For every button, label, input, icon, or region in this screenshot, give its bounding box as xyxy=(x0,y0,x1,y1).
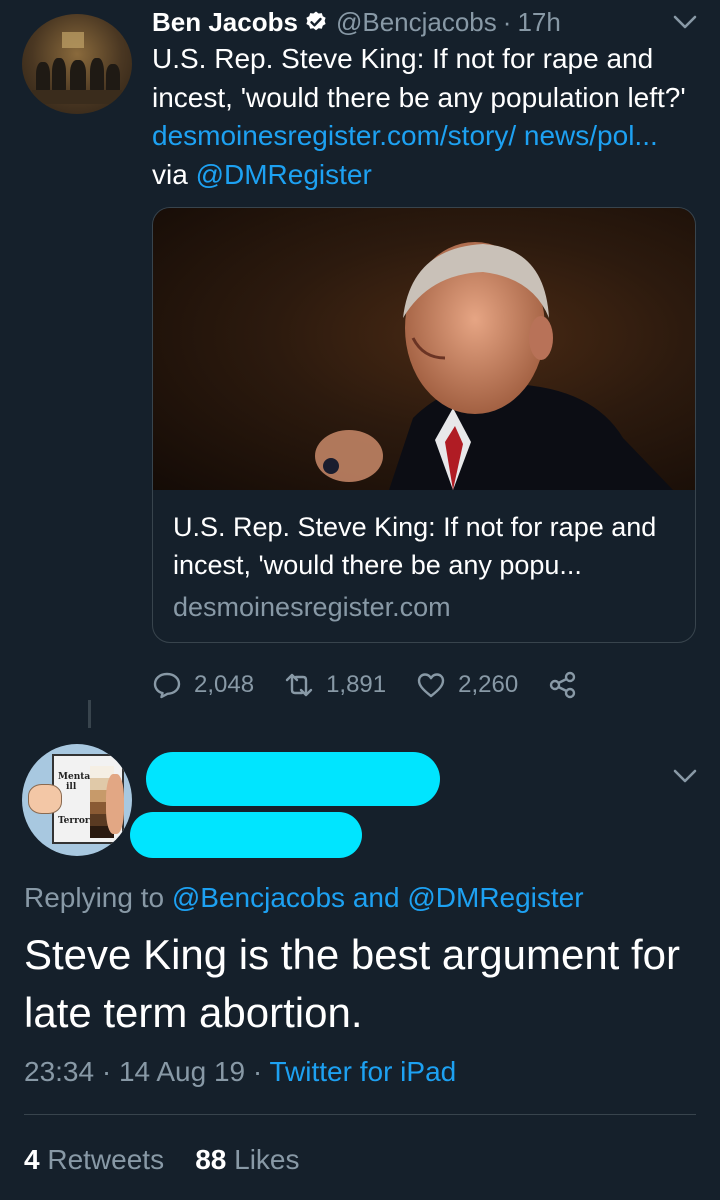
engagement-stats: 4 Retweets 88 Likes xyxy=(24,1140,300,1180)
meta-separator: · xyxy=(252,1056,263,1087)
verified-badge-icon xyxy=(306,11,326,31)
likes-count: 88 xyxy=(195,1144,227,1175)
retweets-count: 4 xyxy=(24,1144,40,1175)
share-action[interactable] xyxy=(548,670,578,700)
reply-action[interactable]: 2,048 xyxy=(152,670,254,700)
reply-tweet-meta: 23:34 · 14 Aug 19 · Twitter for iPad xyxy=(24,1052,456,1092)
tweet-actions: 2,048 1,891 2,260 xyxy=(152,666,608,704)
card-title: U.S. Rep. Steve King: If not for rape an… xyxy=(173,512,657,580)
article-link[interactable]: desmoinesregister.com/story/ news/pol... xyxy=(152,120,658,151)
article-photo xyxy=(153,208,695,490)
retweets-label: Retweets xyxy=(47,1144,165,1175)
retweets-stat[interactable]: 4 Retweets xyxy=(24,1144,164,1175)
reply-handle-dmregister[interactable]: @DMRegister xyxy=(407,882,583,913)
tweet-header: Ben Jacobs @Bencjacobs · 17h xyxy=(152,4,561,40)
meme-hand xyxy=(28,784,62,814)
author-handle[interactable]: @Bencjacobs xyxy=(336,7,497,38)
reply-count: 2,048 xyxy=(194,671,255,698)
reply-time: 23:34 xyxy=(24,1056,95,1087)
divider xyxy=(24,1114,696,1115)
like-action[interactable]: 2,260 xyxy=(416,670,518,700)
tweet-thread-screen: Ben Jacobs @Bencjacobs · 17h U.S. Rep. S… xyxy=(0,0,720,1200)
header-separator: · xyxy=(502,6,512,37)
replying-to-line: Replying to @Bencjacobs and @DMRegister xyxy=(24,878,584,918)
retweet-count: 1,891 xyxy=(326,671,387,698)
heart-icon xyxy=(417,673,445,698)
reply-tweet-text: Steve King is the best argument for late… xyxy=(24,931,681,1036)
author-name[interactable]: Ben Jacobs xyxy=(152,7,298,38)
meta-separator: · xyxy=(101,1056,112,1087)
reply-and[interactable]: and xyxy=(353,882,400,913)
like-count: 2,260 xyxy=(458,671,519,698)
tweet-time[interactable]: 17h xyxy=(517,7,560,38)
via-handle-link[interactable]: @DMRegister xyxy=(196,159,372,190)
photo-illustration xyxy=(315,242,673,490)
reply-date: 14 Aug 19 xyxy=(118,1056,246,1087)
tweet-text: U.S. Rep. Steve King: If not for rape an… xyxy=(152,40,692,194)
meme-label-mid: ill xyxy=(66,782,77,792)
card-text-block: U.S. Rep. Steve King: If not for rape an… xyxy=(173,508,683,628)
redacted-handle xyxy=(130,812,362,858)
avatar-ben-jacobs[interactable] xyxy=(22,14,132,114)
share-icon xyxy=(549,671,576,699)
thread-connector-line xyxy=(88,700,91,728)
reply-icon xyxy=(153,672,181,699)
chevron-down-icon[interactable] xyxy=(672,768,698,784)
via-label: via xyxy=(152,158,188,190)
card-domain: desmoinesregister.com xyxy=(173,592,451,622)
retweet-action[interactable]: 1,891 xyxy=(284,670,386,700)
likes-stat[interactable]: 88 Likes xyxy=(195,1144,299,1175)
tweet-body: U.S. Rep. Steve King: If not for rape an… xyxy=(152,43,686,113)
reply-handle-bencjacobs[interactable]: @Bencjacobs xyxy=(172,882,345,913)
client-link[interactable]: Twitter for iPad xyxy=(269,1056,456,1087)
chevron-down-icon[interactable] xyxy=(672,14,698,30)
replying-to-label: Replying to xyxy=(24,882,165,913)
avatar-replier[interactable]: Mentaly ill Terrorist xyxy=(22,744,132,856)
retweet-icon xyxy=(285,673,313,697)
redacted-display-name xyxy=(146,752,440,806)
link-preview-card[interactable]: U.S. Rep. Steve King: If not for rape an… xyxy=(152,207,696,643)
likes-label: Likes xyxy=(234,1144,300,1175)
